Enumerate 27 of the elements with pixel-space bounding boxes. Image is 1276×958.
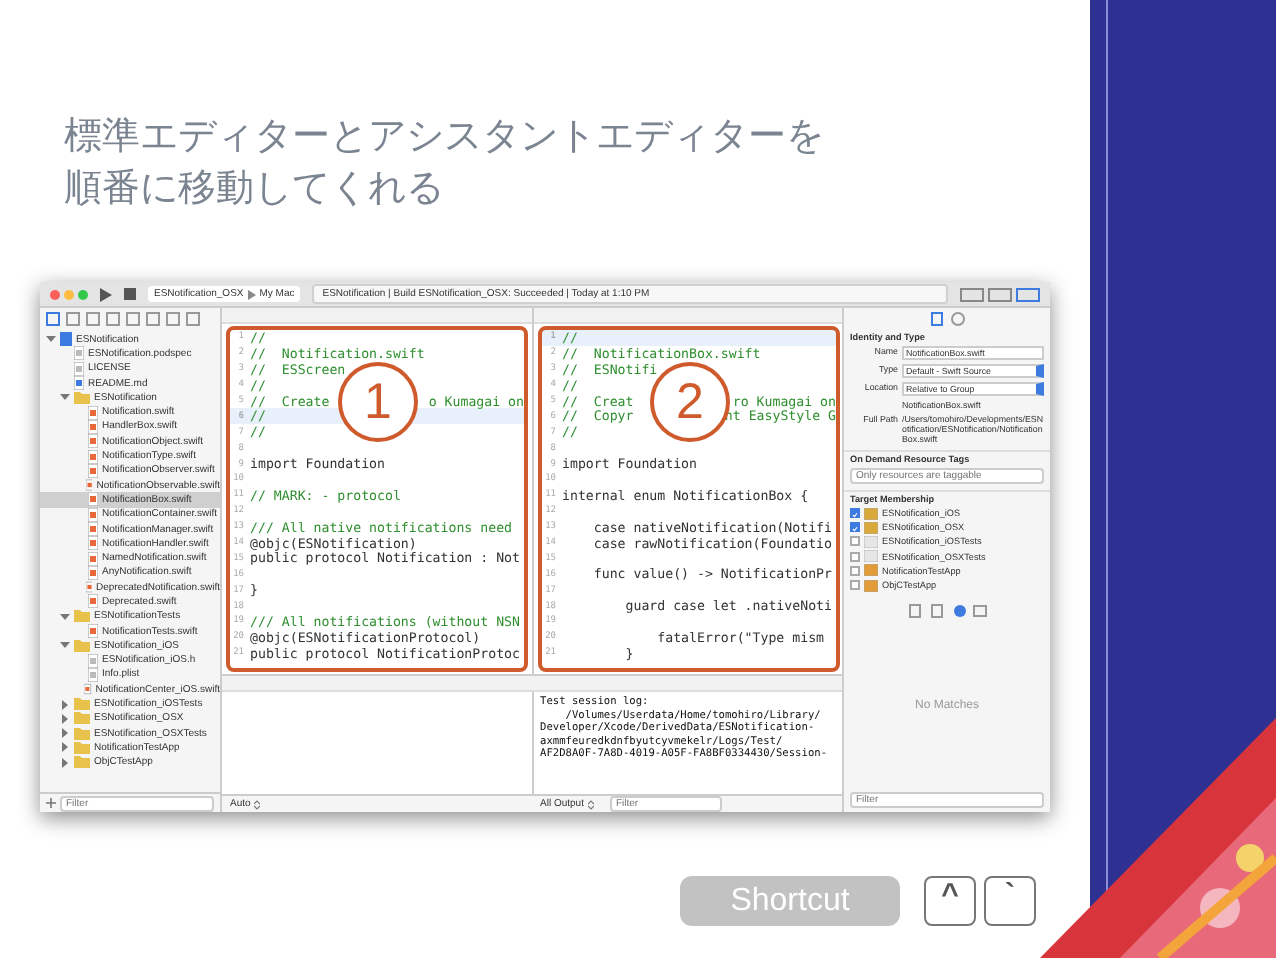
document-icon (60, 332, 72, 347)
checkbox[interactable] (850, 551, 860, 562)
disclosure-icon[interactable] (46, 334, 56, 345)
checkbox[interactable] (850, 565, 860, 576)
stepper-arrows-icon (587, 799, 594, 809)
checkbox[interactable] (850, 536, 860, 547)
window-controls-icon[interactable] (50, 289, 88, 299)
file-icon (88, 624, 98, 639)
checkbox[interactable] (850, 508, 860, 519)
editor-mode-icon[interactable] (960, 287, 1040, 301)
disclosure-icon[interactable] (60, 640, 70, 651)
chevron-icon (247, 289, 256, 299)
keyboard-key: ` (984, 876, 1036, 926)
add-icon[interactable] (46, 798, 56, 808)
folder-icon (74, 391, 90, 404)
shortcut-label: Shortcut (680, 876, 900, 926)
inspector-tabs-icon[interactable] (927, 312, 967, 326)
checkbox[interactable] (850, 522, 860, 533)
play-icon[interactable] (100, 287, 112, 301)
slide-title: 標準エディターとアシスタントエディターを 順番に移動してくれる (62, 112, 826, 214)
checkbox[interactable] (850, 580, 860, 591)
disclosure-icon[interactable] (60, 611, 70, 622)
disclosure-icon[interactable] (60, 392, 70, 403)
stepper-arrows-icon (254, 799, 261, 809)
library-tabs-icon[interactable] (907, 600, 987, 619)
navigator-tabs-icon[interactable] (46, 312, 206, 326)
keyboard-key: ^ (924, 876, 976, 926)
